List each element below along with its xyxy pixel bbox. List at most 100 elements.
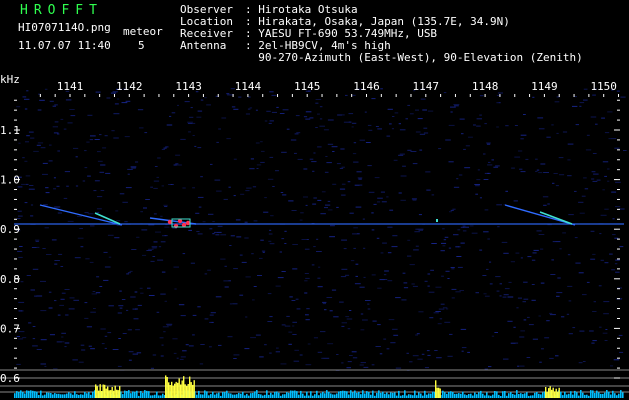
noise-speck <box>398 123 401 125</box>
noise-speck <box>99 134 102 136</box>
meter-bar <box>250 393 252 398</box>
meter-peak <box>193 380 195 398</box>
noise-speck <box>46 254 52 255</box>
noise-speck <box>157 157 161 159</box>
meter-bar <box>264 394 266 398</box>
noise-speck <box>568 333 573 335</box>
noise-speck <box>16 363 21 365</box>
meter-bar <box>610 394 612 398</box>
noise-speck <box>614 147 620 149</box>
meter-bar <box>416 395 418 398</box>
noise-speck <box>516 307 519 309</box>
noise-speck <box>467 351 470 353</box>
noise-speck <box>259 257 263 259</box>
noise-speck <box>284 325 291 327</box>
noise-speck <box>59 304 64 306</box>
time-tick-label: 1142 <box>116 80 143 93</box>
noise-speck <box>438 308 445 310</box>
noise-speck <box>411 198 417 200</box>
noise-speck <box>84 150 87 152</box>
noise-speck <box>215 296 222 298</box>
noise-speck <box>39 99 45 101</box>
noise-speck <box>17 210 22 212</box>
noise-speck <box>247 108 251 110</box>
noise-speck <box>523 114 526 115</box>
noise-speck <box>501 241 508 243</box>
noise-speck <box>24 108 28 110</box>
noise-speck <box>528 324 534 326</box>
noise-speck <box>286 128 290 130</box>
noise-speck <box>30 289 35 291</box>
meter-peak <box>554 391 556 398</box>
meter-bar <box>212 391 214 398</box>
noise-speck <box>224 286 229 288</box>
noise-speck <box>42 162 48 164</box>
meter-bar <box>470 393 472 398</box>
meter-bar <box>332 394 334 398</box>
noise-speck <box>398 154 404 156</box>
noise-speck <box>427 273 431 275</box>
noise-speck <box>483 231 489 233</box>
noise-speck <box>51 239 57 241</box>
meter-bar <box>508 393 510 398</box>
noise-speck <box>104 266 111 268</box>
meter-bar <box>490 395 492 398</box>
noise-speck <box>607 180 610 182</box>
noise-speck <box>232 303 238 305</box>
noise-speck <box>281 238 285 240</box>
noise-speck <box>345 94 348 96</box>
noise-speck <box>34 295 37 297</box>
noise-speck <box>519 365 525 367</box>
noise-speck <box>133 318 139 320</box>
noise-speck <box>488 366 492 368</box>
noise-speck <box>535 158 538 160</box>
noise-speck <box>441 275 444 277</box>
noise-speck <box>387 108 393 110</box>
noise-speck <box>230 235 235 237</box>
noise-speck <box>536 169 540 171</box>
meter-bar <box>80 394 82 398</box>
noise-speck <box>615 259 620 261</box>
noise-speck <box>371 364 375 366</box>
noise-speck <box>209 228 213 230</box>
meter-bar <box>568 393 570 398</box>
meter-bar <box>496 391 498 398</box>
noise-speck <box>162 326 169 328</box>
noise-speck <box>415 109 419 111</box>
noise-speck <box>305 118 311 120</box>
noise-speck <box>293 360 300 362</box>
noise-speck <box>431 194 435 196</box>
meter-bar <box>18 391 20 398</box>
noise-speck <box>390 342 396 344</box>
noise-speck <box>386 196 389 198</box>
noise-speck <box>322 301 327 303</box>
noise-speck <box>158 246 162 248</box>
noise-speck <box>552 182 555 184</box>
noise-speck <box>365 142 371 143</box>
meter-bar <box>126 391 128 398</box>
noise-speck <box>73 299 79 301</box>
noise-speck <box>246 187 252 189</box>
meter-bar <box>424 390 426 398</box>
noise-speck <box>84 317 89 319</box>
noise-speck <box>448 161 454 163</box>
noise-speck <box>579 212 585 214</box>
noise-speck <box>503 252 509 254</box>
meter-bar <box>322 391 324 398</box>
noise-speck <box>582 361 586 362</box>
noise-speck <box>413 249 419 251</box>
meter-bar <box>306 391 308 398</box>
noise-speck <box>445 270 450 272</box>
noise-speck <box>462 230 467 232</box>
noise-speck <box>592 180 598 182</box>
noise-speck <box>182 187 186 189</box>
meter-bar <box>314 394 316 398</box>
noise-speck <box>286 315 290 317</box>
meter-bar <box>370 394 372 398</box>
noise-speck <box>119 290 122 292</box>
noise-speck <box>317 286 323 288</box>
noise-speck <box>56 185 60 187</box>
noise-speck <box>546 320 550 322</box>
meter-bar <box>252 392 254 398</box>
noise-speck <box>359 139 365 141</box>
